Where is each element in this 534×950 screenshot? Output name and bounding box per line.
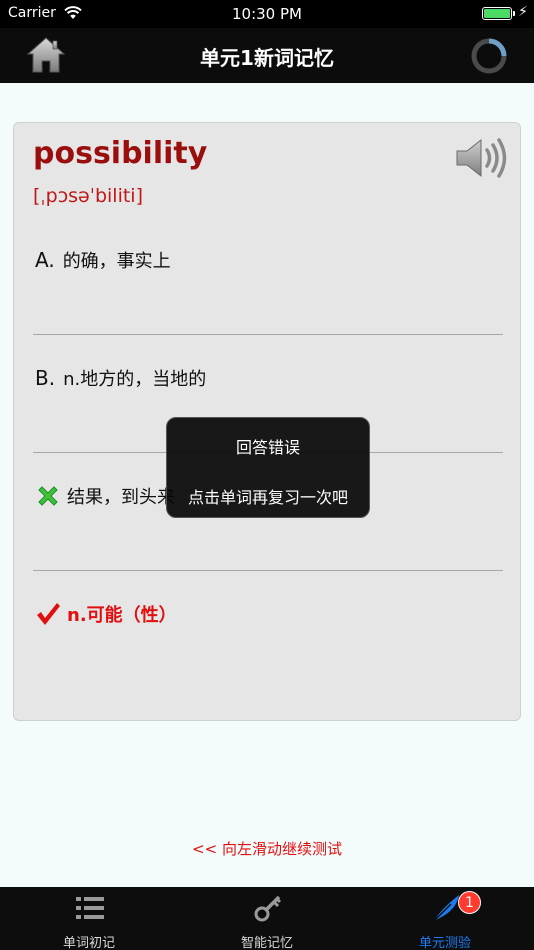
status-time: 10:30 PM: [232, 5, 302, 23]
speaker-button[interactable]: [455, 137, 507, 179]
option-letter: B.: [35, 366, 56, 390]
wrong-cross-icon: [35, 483, 61, 509]
tab-unit-test[interactable]: 1 单元测验: [356, 887, 534, 950]
tab-smart-memory[interactable]: 智能记忆: [178, 887, 356, 950]
toast-message: 点击单词再复习一次吧: [187, 488, 348, 507]
option-d[interactable]: n.可能（性）: [33, 571, 503, 689]
status-bar: Carrier 10:30 PM ⚡: [0, 0, 534, 28]
phonetic-text: [ˌpɔsəˈbiliti]: [33, 185, 143, 207]
tab-label: 智能记忆: [240, 936, 293, 950]
page-title: 单元1新词记忆: [200, 46, 334, 70]
option-text: n.可能（性）: [67, 605, 177, 626]
option-text: 的确，事实上: [62, 251, 171, 272]
battery-cap: [513, 11, 515, 16]
vocab-word[interactable]: possibility: [33, 136, 207, 171]
battery-icon: [482, 7, 512, 20]
list-icon: [75, 893, 105, 923]
navigation-bar: 单元1新词记忆: [0, 28, 534, 83]
tab-label: 单词初记: [62, 936, 115, 950]
feather-icon: [431, 893, 461, 923]
tab-bar: 单词初记 智能记忆 1 单元测验: [0, 887, 534, 950]
swipe-hint: << 向左滑动继续测试: [192, 840, 342, 858]
correct-check-icon: [35, 601, 61, 627]
option-text: 结果，到头来: [67, 487, 175, 508]
charging-icon: ⚡: [518, 4, 528, 20]
speaker-icon: [456, 138, 507, 178]
option-a[interactable]: A. 的确，事实上: [33, 217, 503, 335]
option-letter: A.: [35, 248, 55, 272]
progress-ring-icon: [470, 37, 508, 75]
notification-badge: 1: [458, 891, 481, 914]
tab-label: 单元测验: [418, 936, 471, 950]
tab-initial-memorize[interactable]: 单词初记: [0, 887, 178, 950]
toast-title: 回答错误: [235, 438, 300, 457]
option-text: n.地方的，当地的: [63, 369, 207, 390]
key-icon: [253, 893, 283, 923]
feedback-toast: 回答错误 点击单词再复习一次吧: [166, 417, 370, 518]
